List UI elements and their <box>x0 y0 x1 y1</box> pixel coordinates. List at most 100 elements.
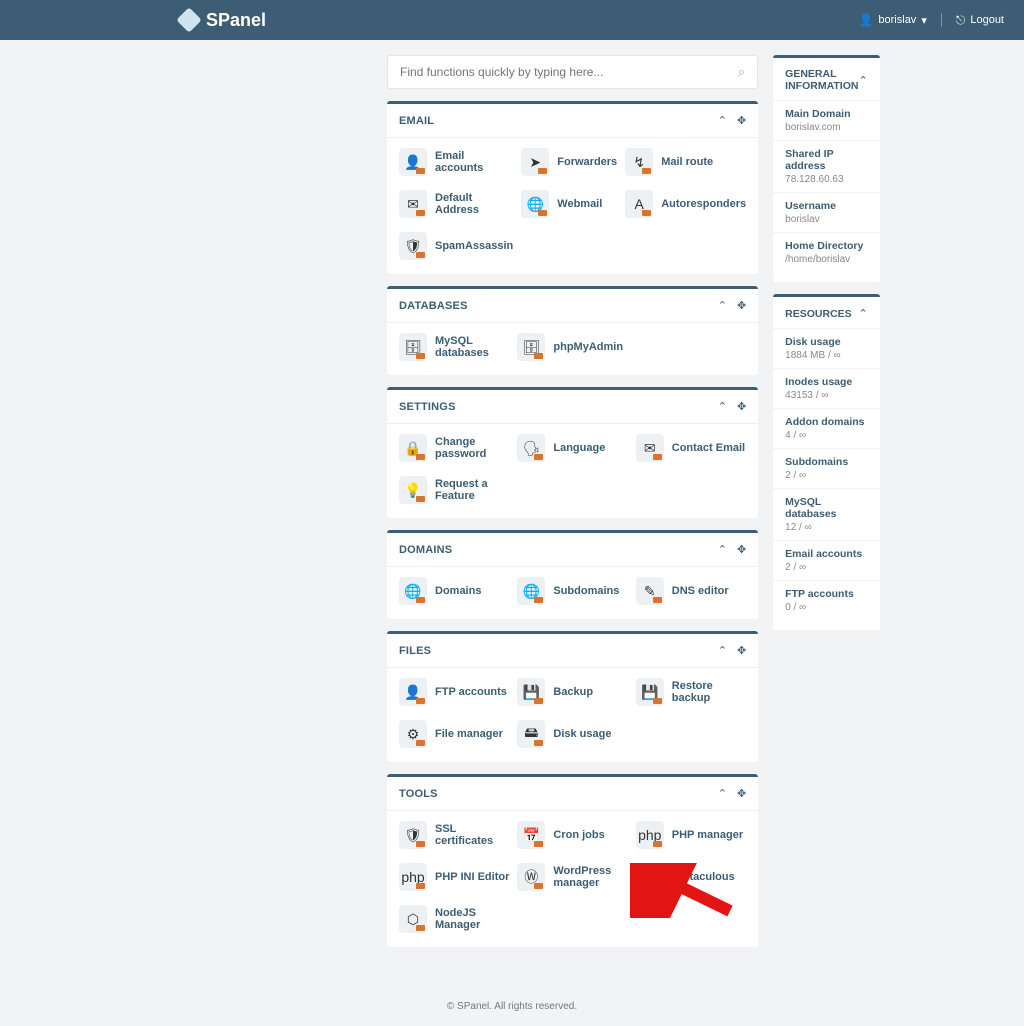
collapse-icon[interactable]: ⌃ <box>718 400 727 413</box>
item-ftp-accounts[interactable]: 👤FTP accounts <box>399 678 509 706</box>
username-label: borislav <box>878 14 916 26</box>
item-dns-editor[interactable]: ✎DNS editor <box>636 577 746 605</box>
logout-icon: ⎋ <box>956 13 966 28</box>
phpmyadmin-icon: 🗄 <box>517 333 545 361</box>
item-language[interactable]: 🗣Language <box>517 434 627 462</box>
language-icon: 🗣 <box>517 434 545 462</box>
move-icon[interactable]: ✥ <box>737 400 746 413</box>
row-email-accounts: Email accounts2 / ∞ <box>773 540 880 580</box>
item-restore-backup[interactable]: 💾Restore backup <box>636 678 746 706</box>
panel-controls: ⌃ ✥ <box>718 114 746 127</box>
logo-icon <box>176 7 201 32</box>
move-icon[interactable]: ✥ <box>737 299 746 312</box>
item-domains[interactable]: 🌐Domains <box>399 577 509 605</box>
move-icon[interactable]: ✥ <box>737 114 746 127</box>
search-box[interactable]: ⌕ <box>387 55 758 89</box>
collapse-icon[interactable]: ⌃ <box>858 307 867 320</box>
panel-email: EMAIL ⌃ ✥ 👤Email accounts ➤Forwarders ↯M… <box>387 101 758 274</box>
search-input[interactable] <box>400 65 738 79</box>
item-nodejs-manager[interactable]: ⬡NodeJS Manager <box>399 905 509 933</box>
brand-text: SPanel <box>206 10 266 31</box>
ssl-icon: 🛡 <box>399 821 427 849</box>
user-menu[interactable]: 👤 borislav ▾ <box>858 13 926 27</box>
row-shared-ip: Shared IP address78.128.60.63 <box>773 140 880 192</box>
php-icon: php <box>636 821 664 849</box>
collapse-icon[interactable]: ⌃ <box>718 787 727 800</box>
panel-title: SETTINGS <box>399 401 456 413</box>
item-default-address[interactable]: ✉Default Address <box>399 190 513 218</box>
panel-header: EMAIL ⌃ ✥ <box>387 104 758 138</box>
separator <box>941 13 942 27</box>
row-inodes: Inodes usage43153 / ∞ <box>773 368 880 408</box>
logout-link[interactable]: ⎋ Logout <box>956 13 1004 28</box>
item-subdomains[interactable]: 🌐Subdomains <box>517 577 627 605</box>
auto-icon: A <box>625 190 653 218</box>
item-request-feature[interactable]: 💡Request a Feature <box>399 476 509 504</box>
user-icon: 👤 <box>858 13 873 27</box>
item-php-manager[interactable]: phpPHP manager <box>636 821 746 849</box>
restore-icon: 💾 <box>636 678 664 706</box>
footer: © SPanel. All rights reserved. <box>0 987 1024 1026</box>
nodejs-icon: ⬡ <box>399 905 427 933</box>
panel-domains: DOMAINS ⌃ ✥ 🌐Domains 🌐Subdomains ✎DNS edi… <box>387 530 758 619</box>
logout-label: Logout <box>970 14 1004 26</box>
collapse-icon[interactable]: ⌃ <box>718 543 727 556</box>
panel-title: DOMAINS <box>399 544 452 556</box>
move-icon[interactable]: ✥ <box>737 543 746 556</box>
item-disk-usage[interactable]: 🖴Disk usage <box>517 720 627 748</box>
item-wordpress-manager[interactable]: ⓌWordPress manager <box>517 863 627 891</box>
envelope-icon: ✉ <box>399 190 427 218</box>
database-icon: 🗄 <box>399 333 427 361</box>
globe-mail-icon: 🌐 <box>521 190 549 218</box>
row-subdomains: Subdomains2 / ∞ <box>773 448 880 488</box>
side-title: RESOURCES <box>785 308 852 320</box>
collapse-icon[interactable]: ⌃ <box>718 644 727 657</box>
item-ssl-certificates[interactable]: 🛡SSL certificates <box>399 821 509 849</box>
item-mysql-databases[interactable]: 🗄MySQL databases <box>399 333 509 361</box>
item-change-password[interactable]: 🔒Change password <box>399 434 509 462</box>
ftp-icon: 👤 <box>399 678 427 706</box>
move-icon[interactable]: ✥ <box>737 787 746 800</box>
mail-icon: ✉ <box>636 434 664 462</box>
shield-icon: 🛡 <box>399 232 427 260</box>
item-forwarders[interactable]: ➤Forwarders <box>521 148 617 176</box>
user-mail-icon: 👤 <box>399 148 427 176</box>
panel-tools: TOOLS ⌃ ✥ 🛡SSL certificates 📅Cron jobs ph… <box>387 774 758 947</box>
panel-title: FILES <box>399 645 431 657</box>
row-username: Usernameborislav <box>773 192 880 232</box>
softaculous-icon: ▣ <box>636 863 664 891</box>
lock-icon: 🔒 <box>399 434 427 462</box>
collapse-icon[interactable]: ⌃ <box>858 74 867 87</box>
sidebar-resources: RESOURCES ⌃ Disk usage1884 MB / ∞ Inodes… <box>773 294 880 630</box>
search-icon: ⌕ <box>738 64 745 80</box>
item-cron-jobs[interactable]: 📅Cron jobs <box>517 821 627 849</box>
row-ftp-accounts: FTP accounts0 / ∞ <box>773 580 880 620</box>
item-file-manager[interactable]: ⚙File manager <box>399 720 509 748</box>
forward-icon: ➤ <box>521 148 549 176</box>
lightbulb-icon: 💡 <box>399 476 427 504</box>
panel-title: DATABASES <box>399 300 468 312</box>
item-softaculous[interactable]: ▣Softaculous <box>636 863 746 891</box>
collapse-icon[interactable]: ⌃ <box>718 299 727 312</box>
item-backup[interactable]: 💾Backup <box>517 678 627 706</box>
clock-icon: 📅 <box>517 821 545 849</box>
move-icon[interactable]: ✥ <box>737 644 746 657</box>
sidebar-general-info: GENERAL INFORMATION ⌃ Main Domainborisla… <box>773 55 880 282</box>
row-mysql-dbs: MySQL databases12 / ∞ <box>773 488 880 540</box>
item-mail-route[interactable]: ↯Mail route <box>625 148 746 176</box>
php-ini-icon: php <box>399 863 427 891</box>
item-autoresponders[interactable]: AAutoresponders <box>625 190 746 218</box>
item-webmail[interactable]: 🌐Webmail <box>521 190 617 218</box>
collapse-icon[interactable]: ⌃ <box>718 114 727 127</box>
backup-icon: 💾 <box>517 678 545 706</box>
gear-icon: ⚙ <box>399 720 427 748</box>
item-phpmyadmin[interactable]: 🗄phpMyAdmin <box>517 333 627 361</box>
item-php-ini-editor[interactable]: phpPHP INI Editor <box>399 863 509 891</box>
wordpress-icon: Ⓦ <box>517 863 545 891</box>
item-email-accounts[interactable]: 👤Email accounts <box>399 148 513 176</box>
panel-settings: SETTINGS ⌃ ✥ 🔒Change password 🗣Language ✉… <box>387 387 758 518</box>
item-spamassassin[interactable]: 🛡SpamAssassin <box>399 232 513 260</box>
item-contact-email[interactable]: ✉Contact Email <box>636 434 746 462</box>
panel-title: TOOLS <box>399 788 438 800</box>
sub-globe-icon: 🌐 <box>517 577 545 605</box>
